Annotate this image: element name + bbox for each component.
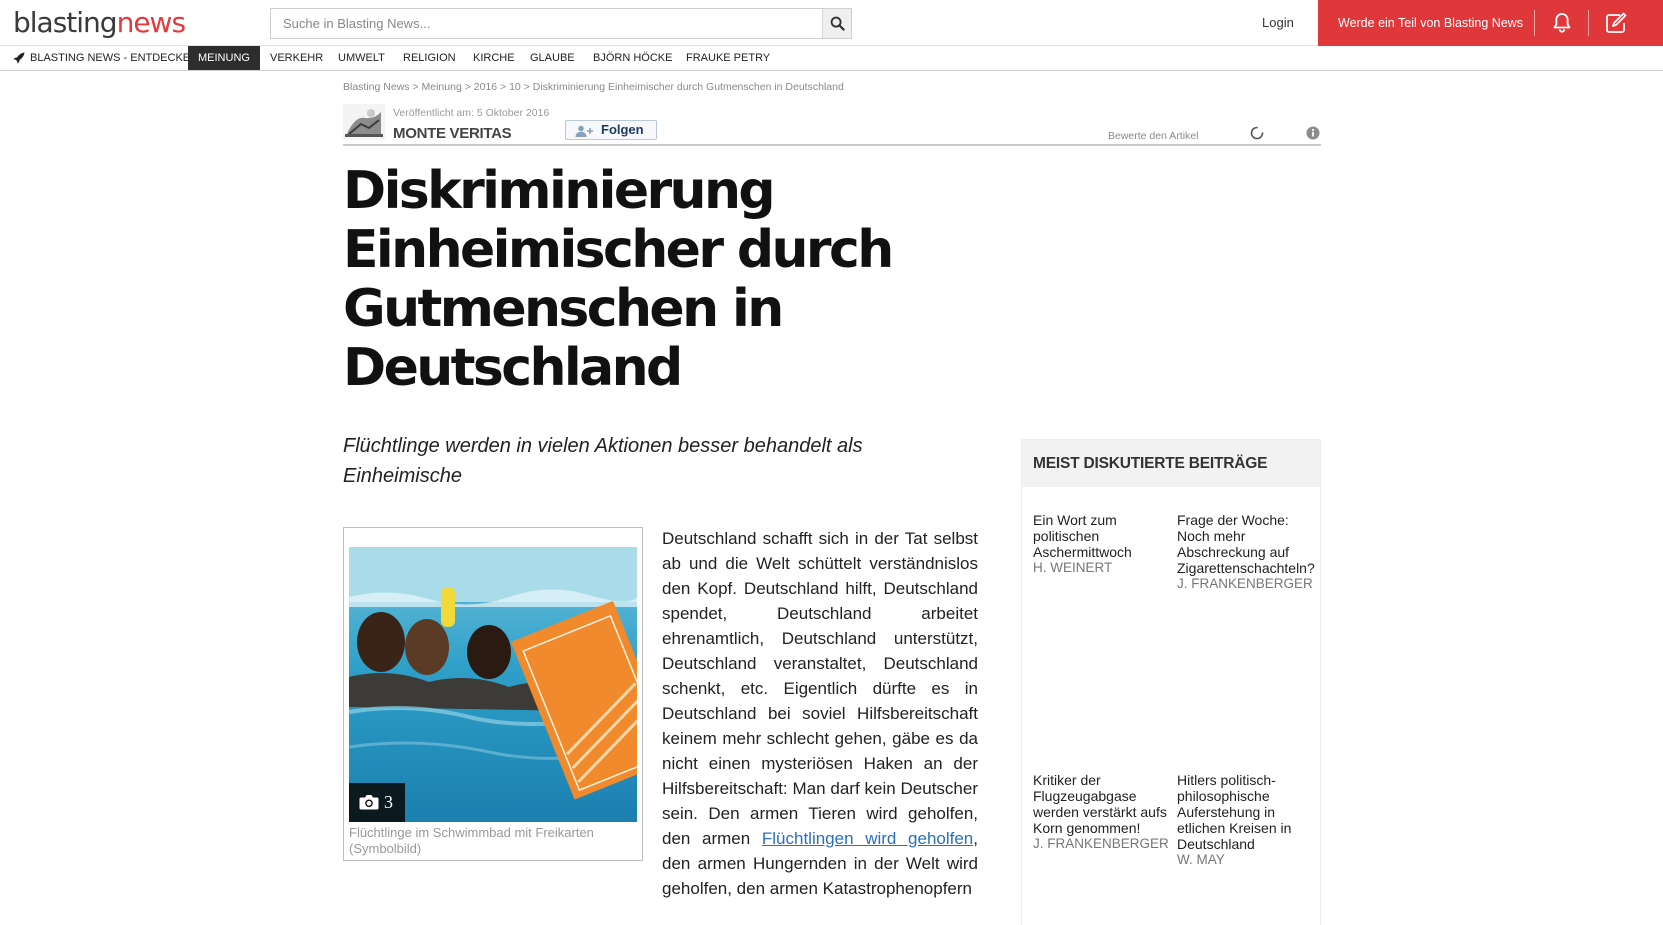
camera-icon	[359, 795, 379, 810]
most-discussed-header: MEIST DISKUTIERTE BEITRÄGE	[1022, 440, 1320, 487]
list-item[interactable]: Hitlers politisch-philosophische Auferst…	[1177, 772, 1317, 868]
rate-article-label: Bewerte den Artikel	[1108, 130, 1199, 142]
author-row: Veröffentlicht am: 5 Oktober 2016 MONTE …	[343, 104, 1321, 146]
swimming-pool-photo	[349, 547, 637, 822]
nav-item-kirche[interactable]: KIRCHE	[463, 46, 525, 70]
list-item-author: J. FRANKENBERGER	[1033, 836, 1169, 851]
divider	[1588, 10, 1589, 36]
article-body: Deutschland schafft sich in der Tat selb…	[662, 526, 978, 901]
search-icon	[830, 16, 845, 31]
logo-text-blasting: blasting	[13, 6, 118, 39]
category-nav: BLASTING NEWS - ENTDECKE MEINUNG VERKEHR…	[0, 46, 1663, 71]
breadcrumb-month[interactable]: 10	[509, 81, 521, 93]
follow-label: Folgen	[601, 122, 644, 137]
body-link-fluechtlinge[interactable]: Flüchtlingen wird geholfen	[762, 829, 973, 848]
list-item[interactable]: Frage der Woche: Noch mehr Abschreckung …	[1177, 512, 1317, 592]
follow-button[interactable]: Folgen	[565, 120, 657, 140]
publish-date: Veröffentlicht am: 5 Oktober 2016	[393, 107, 550, 119]
breadcrumb-current: Diskriminierung Einheimischer durch Gutm…	[532, 81, 844, 93]
nav-item-bjoern-hoecke[interactable]: BJÖRN HÖCKE	[583, 46, 682, 70]
nav-item-religion[interactable]: RELIGION	[393, 46, 466, 70]
list-item-title: Hitlers politisch-philosophische Auferst…	[1177, 772, 1292, 852]
logo-text-news: news	[116, 6, 186, 39]
nav-item-glaube[interactable]: GLAUBE	[520, 46, 585, 70]
search-input[interactable]	[271, 9, 823, 38]
author-name[interactable]: MONTE VERITAS	[393, 125, 512, 142]
rocket-icon	[13, 52, 25, 64]
breadcrumb-home[interactable]: Blasting News	[343, 81, 410, 93]
body-text-start: Deutschland schafft sich in der Tat selb…	[662, 529, 978, 848]
article-title: Diskriminierung Einheimischer durch Gutm…	[343, 161, 894, 398]
list-item-title: Frage der Woche: Noch mehr Abschreckung …	[1177, 512, 1315, 576]
loading-spinner-icon	[1250, 126, 1264, 140]
most-discussed-heading: MEIST DISKUTIERTE BEITRÄGE	[1033, 455, 1268, 472]
cta-bar: Werde ein Teil von Blasting News	[1318, 0, 1663, 46]
list-item-title: Kritiker der Flugzeugabgase werden verst…	[1033, 772, 1167, 836]
search-button[interactable]	[822, 9, 851, 38]
nav-item-meinung[interactable]: MEINUNG	[188, 46, 260, 70]
list-item-author: H. WEINERT	[1033, 560, 1113, 575]
photo-caption: Flüchtlinge im Schwimmbad mit Freikarten…	[349, 825, 594, 856]
nav-item-verkehr[interactable]: VERKEHR	[260, 46, 333, 70]
info-icon[interactable]	[1306, 126, 1320, 140]
list-item-author: W. MAY	[1177, 852, 1225, 867]
nav-item-umwelt[interactable]: UMWELT	[328, 46, 395, 70]
article-photo[interactable]	[349, 547, 637, 822]
photo-count-number: 3	[384, 792, 393, 812]
breadcrumb-section[interactable]: Meinung	[422, 81, 462, 93]
breadcrumb-year[interactable]: 2016	[474, 81, 497, 93]
divider	[1534, 10, 1535, 36]
photo-gallery-count[interactable]: 3	[349, 783, 405, 822]
search-box	[270, 8, 852, 39]
site-logo[interactable]: blastingnews	[13, 6, 186, 39]
notification-bell-icon[interactable]	[1550, 11, 1574, 35]
list-item-title: Ein Wort zum politischen Aschermittwoch	[1033, 512, 1132, 560]
write-article-icon[interactable]	[1604, 11, 1628, 35]
list-item[interactable]: Kritiker der Flugzeugabgase werden verst…	[1033, 772, 1173, 852]
nav-item-frauke-petry[interactable]: FRAUKE PETRY	[676, 46, 780, 70]
login-link[interactable]: Login	[1262, 15, 1294, 30]
article-photo-box: 3 Flüchtlinge im Schwimmbad mit Freikart…	[343, 527, 643, 861]
author-avatar[interactable]	[343, 104, 385, 140]
article-subtitle: Flüchtlinge werden in vielen Aktionen be…	[343, 435, 863, 487]
list-item-author: J. FRANKENBERGER	[1177, 576, 1313, 591]
join-blasting-news-button[interactable]: Werde ein Teil von Blasting News	[1338, 16, 1523, 30]
add-user-icon	[575, 125, 593, 137]
top-header: blastingnews Login Werde ein Teil von Bl…	[0, 0, 1663, 46]
nav-home-label: BLASTING NEWS - ENTDECKE	[30, 52, 191, 64]
most-discussed-box: MEIST DISKUTIERTE BEITRÄGE Ein Wort zum …	[1021, 439, 1321, 925]
nav-home-discover[interactable]: BLASTING NEWS - ENTDECKE	[0, 46, 200, 70]
list-item[interactable]: Ein Wort zum politischen Aschermittwoch …	[1033, 512, 1173, 576]
breadcrumb: Blasting News > Meinung > 2016 > 10 > Di…	[343, 81, 844, 93]
